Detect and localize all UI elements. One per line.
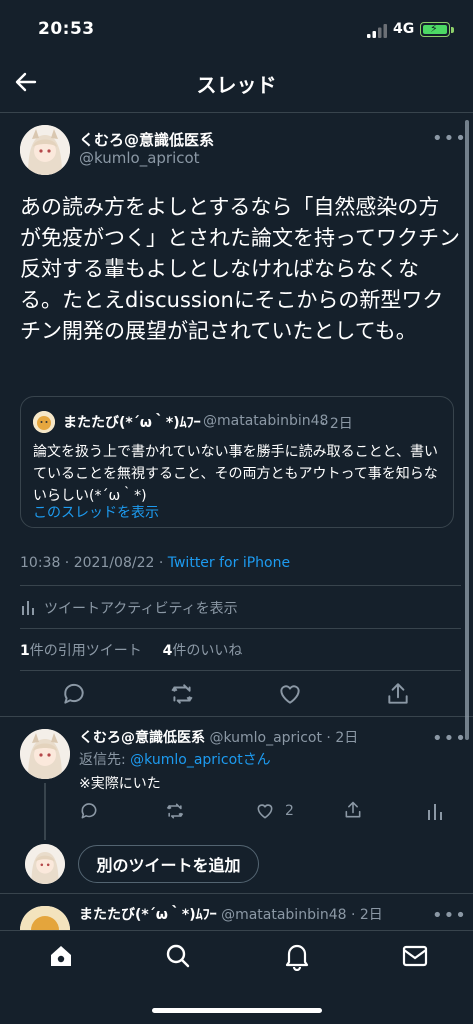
quote-text: 論文を扱う上で書かれていない事を勝手に読み取ることと、書いていることを無視するこ… (33, 444, 439, 504)
quote-author-name: またたび(*´ω｀*)ﾑﾌｰ (63, 415, 201, 431)
next-more-icon[interactable]: ••• (432, 905, 467, 926)
source-link[interactable]: Twitter for iPhone (168, 555, 290, 571)
add-tweet-button[interactable]: 別のツイートを追加 (78, 845, 259, 883)
quote-avatar (33, 411, 55, 433)
reply-author-name[interactable]: くむろ@意識低医系 (79, 730, 205, 746)
quote-author-handle: @matatabinbin48 (203, 413, 329, 429)
reply-like-count: 2 (285, 803, 294, 819)
home-indicator (152, 1008, 322, 1013)
compose-avatar (25, 844, 65, 884)
thread-line (44, 783, 46, 840)
header-divider (0, 112, 473, 113)
page-title: スレッド (196, 73, 277, 97)
quote-count-link[interactable]: 1件の引用ツイート (20, 643, 142, 659)
status-time: 20:53 (38, 19, 95, 39)
retweet-icon[interactable] (169, 681, 195, 707)
next-author-name[interactable]: またたび(*´ω｀*)ﾑﾌｰ (79, 907, 217, 923)
reply-header: くむろ@意識低医系 @kumlo_apricot · 2日 (79, 727, 358, 747)
avatar[interactable] (20, 125, 70, 175)
scrollbar[interactable] (465, 120, 469, 740)
reply-analytics-icon[interactable] (425, 801, 445, 821)
share-icon[interactable] (385, 681, 411, 707)
like-icon[interactable] (277, 681, 303, 707)
reply-icon[interactable] (61, 681, 87, 707)
signal-icon (367, 23, 387, 38)
next-tweet-header: またたび(*´ω｀*)ﾑﾌｰ @matatabinbin48 · 2日 (79, 904, 383, 924)
next-avatar[interactable] (20, 906, 70, 930)
home-icon[interactable] (47, 942, 75, 970)
reply-share-icon[interactable] (343, 800, 363, 820)
actions-divider (0, 716, 473, 717)
replying-to: 返信先: @kumlo_apricotさん (79, 752, 271, 768)
battery-icon: ⚡ (420, 22, 450, 37)
show-thread-link[interactable]: このスレッドを表示 (33, 502, 159, 522)
reply-time: · 2日 (326, 730, 359, 746)
reply-text: ※実際にいた (79, 776, 161, 792)
author-name[interactable]: くむろ@意識低医系 (79, 129, 214, 150)
reply-retweet-icon[interactable] (165, 801, 185, 821)
meta-divider (20, 585, 461, 586)
datetime-text: 10:38 · 2021/08/22 · (20, 555, 168, 571)
activity-divider (20, 628, 461, 629)
author-handle[interactable]: @kumlo_apricot (79, 149, 200, 167)
reply-more-icon[interactable]: ••• (432, 728, 467, 749)
reply-reply-icon[interactable] (79, 801, 99, 821)
search-icon[interactable] (164, 942, 192, 970)
next-time: · 2日 (350, 907, 383, 923)
notifications-icon[interactable] (283, 941, 311, 971)
network-label: 4G (393, 21, 415, 37)
replying-to-handle[interactable]: @kumlo_apricot (130, 752, 243, 768)
tweet-text: あの読み方をよしとするなら「自然感染の方が免疫がつく」とされた論文を持ってワクチ… (20, 195, 460, 343)
tweet-activity-link[interactable]: ツイートアクティビティを表示 (44, 598, 238, 618)
tweet-stats: 1件の引用ツイート 4件のいいね (20, 640, 242, 660)
stats-divider (20, 670, 461, 671)
reply-avatar[interactable] (20, 729, 70, 779)
compose-divider (0, 893, 473, 894)
battery-tip (451, 27, 454, 33)
reply-author-handle[interactable]: @kumlo_apricot (209, 730, 322, 746)
analytics-icon (20, 598, 36, 616)
more-icon[interactable]: ••• (432, 128, 467, 149)
quote-tweet[interactable]: またたび(*´ω｀*)ﾑﾌｰ @matatabinbin48 · 2日 論文を扱… (20, 396, 454, 528)
quote-time: · 2日 (321, 416, 353, 432)
reply-like-icon[interactable] (255, 801, 275, 821)
likes-count-link[interactable]: 4件のいいね (163, 643, 243, 659)
messages-icon[interactable] (401, 943, 429, 969)
next-author-handle[interactable]: @matatabinbin48 (221, 907, 346, 923)
tweet-datetime: 10:38 · 2021/08/22 · Twitter for iPhone (20, 555, 290, 571)
